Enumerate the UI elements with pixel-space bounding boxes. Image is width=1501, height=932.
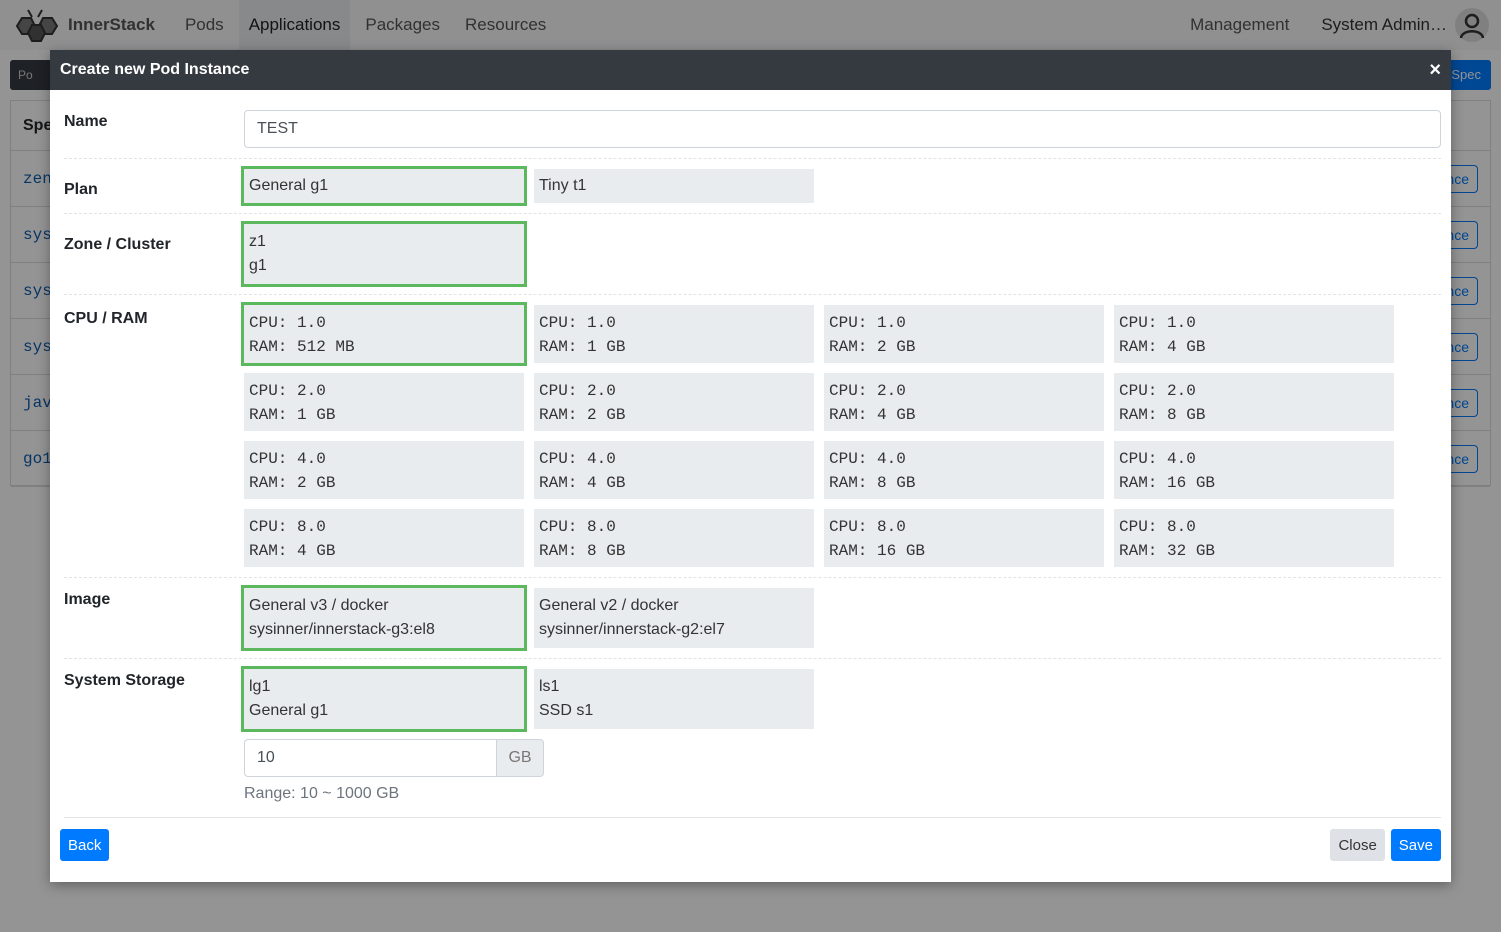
cpu-ram-option-line: CPU: 1.0 bbox=[539, 314, 616, 332]
storage-unit-addon: GB bbox=[496, 739, 544, 777]
storage-option[interactable]: ls1 SSD s1 bbox=[534, 669, 814, 729]
cpu-ram-option-line: RAM: 1 GB bbox=[249, 406, 336, 424]
cpu-ram-option-line: CPU: 8.0 bbox=[829, 518, 906, 536]
cpu-ram-option[interactable]: CPU: 4.0 RAM: 2 GB bbox=[244, 441, 524, 499]
image-options: General v3 / docker sysinner/innerstack-g… bbox=[241, 578, 1441, 658]
image-label: Image bbox=[64, 591, 111, 608]
image-option[interactable]: General v2 / docker sysinner/innerstack-g… bbox=[534, 588, 814, 648]
zone-option-line: g1 bbox=[249, 257, 267, 274]
cpu-ram-option[interactable]: CPU: 8.0 RAM: 8 GB bbox=[534, 509, 814, 567]
cpu-ram-option-line: RAM: 2 GB bbox=[829, 338, 916, 356]
storage-size-input[interactable] bbox=[244, 739, 496, 777]
cpu-ram-option-line: CPU: 2.0 bbox=[249, 382, 326, 400]
zone-label: Zone / Cluster bbox=[64, 236, 171, 253]
zone-option-line: z1 bbox=[249, 233, 266, 250]
image-option[interactable]: General v3 / docker sysinner/innerstack-g… bbox=[241, 585, 527, 651]
cpu-ram-option-line: CPU: 4.0 bbox=[829, 450, 906, 468]
cpu-ram-option[interactable]: CPU: 4.0 RAM: 16 GB bbox=[1114, 441, 1394, 499]
cpu-ram-option-line: RAM: 4 GB bbox=[1119, 338, 1206, 356]
image-row: Image General v3 / docker sysinner/inners… bbox=[64, 578, 1441, 659]
name-label: Name bbox=[64, 113, 108, 130]
storage-size-group: GB bbox=[244, 739, 1441, 777]
cpu-ram-option-line: CPU: 4.0 bbox=[539, 450, 616, 468]
cpu-ram-option-line: RAM: 2 GB bbox=[539, 406, 626, 424]
cpu-ram-option[interactable]: CPU: 1.0 RAM: 4 GB bbox=[1114, 305, 1394, 363]
create-pod-instance-modal: Create new Pod Instance × Name Plan Gene… bbox=[50, 50, 1451, 882]
cpu-ram-option[interactable]: CPU: 1.0 RAM: 2 GB bbox=[824, 305, 1104, 363]
cpu-ram-option[interactable]: CPU: 4.0 RAM: 4 GB bbox=[534, 441, 814, 499]
cpu-ram-option[interactable]: CPU: 8.0 RAM: 16 GB bbox=[824, 509, 1104, 567]
image-option-line: sysinner/innerstack-g2:el7 bbox=[539, 621, 725, 638]
plan-option[interactable]: General g1 bbox=[241, 166, 527, 206]
plan-row: Plan General g1 Tiny t1 bbox=[64, 159, 1441, 214]
cpu-ram-option[interactable]: CPU: 4.0 RAM: 8 GB bbox=[824, 441, 1104, 499]
cpu-ram-option[interactable]: CPU: 1.0 RAM: 1 GB bbox=[534, 305, 814, 363]
modal-footer: Back Close Save bbox=[50, 808, 1451, 882]
storage-option-line: ls1 bbox=[539, 678, 560, 695]
image-option-line: General v3 / docker bbox=[249, 597, 389, 614]
cpu-ram-option-line: RAM: 4 GB bbox=[539, 474, 626, 492]
storage-option-line: lg1 bbox=[249, 678, 271, 695]
cpu-ram-row: CPU / RAM CPU: 1.0 RAM: 512 MB CPU: 1.0 RAM… bbox=[64, 295, 1441, 578]
cpu-ram-option-line: RAM: 32 GB bbox=[1119, 542, 1216, 560]
zone-options: z1 g1 bbox=[241, 214, 1441, 294]
plan-label: Plan bbox=[64, 181, 98, 198]
cpu-ram-options: CPU: 1.0 RAM: 512 MB CPU: 1.0 RAM: 1 GB CPU:… bbox=[241, 295, 1441, 577]
cpu-ram-option-line: CPU: 8.0 bbox=[539, 518, 616, 536]
cpu-ram-option[interactable]: CPU: 2.0 RAM: 1 GB bbox=[244, 373, 524, 431]
cpu-ram-option-line: CPU: 2.0 bbox=[829, 382, 906, 400]
storage-option-line: SSD s1 bbox=[539, 702, 594, 719]
storage-option[interactable]: lg1 General g1 bbox=[241, 666, 527, 732]
cpu-ram-option[interactable]: CPU: 2.0 RAM: 2 GB bbox=[534, 373, 814, 431]
storage-options: lg1 General g1 ls1 SSD s1 bbox=[241, 659, 1441, 739]
close-icon[interactable]: × bbox=[1429, 60, 1441, 80]
zone-row: Zone / Cluster z1 g1 bbox=[64, 214, 1441, 295]
cpu-ram-option-line: CPU: 2.0 bbox=[1119, 382, 1196, 400]
cpu-ram-option-line: RAM: 512 MB bbox=[249, 338, 355, 356]
cpu-ram-option[interactable]: CPU: 8.0 RAM: 4 GB bbox=[244, 509, 524, 567]
cpu-ram-option-line: CPU: 1.0 bbox=[249, 314, 326, 332]
cpu-ram-option-line: RAM: 8 GB bbox=[829, 474, 916, 492]
cpu-ram-option[interactable]: CPU: 1.0 RAM: 512 MB bbox=[241, 302, 527, 366]
image-option-line: sysinner/innerstack-g3:el8 bbox=[249, 621, 435, 638]
cpu-ram-option-line: RAM: 16 GB bbox=[1119, 474, 1216, 492]
cpu-ram-option[interactable]: CPU: 2.0 RAM: 8 GB bbox=[1114, 373, 1394, 431]
storage-label: System Storage bbox=[64, 672, 185, 689]
cpu-ram-option-line: RAM: 2 GB bbox=[249, 474, 336, 492]
storage-range-hint: Range: 10 ~ 1000 GB bbox=[244, 785, 400, 802]
cpu-ram-option-line: RAM: 8 GB bbox=[539, 542, 626, 560]
storage-option-line: General g1 bbox=[249, 702, 329, 719]
back-button[interactable]: Back bbox=[60, 829, 110, 861]
cpu-ram-option-line: CPU: 1.0 bbox=[1119, 314, 1196, 332]
image-option-line: General v2 / docker bbox=[539, 597, 679, 614]
zone-option[interactable]: z1 g1 bbox=[241, 221, 527, 287]
cpu-ram-option-line: RAM: 8 GB bbox=[1119, 406, 1206, 424]
cpu-ram-option[interactable]: CPU: 8.0 RAM: 32 GB bbox=[1114, 509, 1394, 567]
modal-header: Create new Pod Instance × bbox=[50, 50, 1451, 90]
close-button[interactable]: Close bbox=[1330, 829, 1385, 861]
name-input[interactable] bbox=[244, 110, 1441, 148]
cpu-ram-option-line: CPU: 4.0 bbox=[249, 450, 326, 468]
cpu-ram-option-line: CPU: 8.0 bbox=[249, 518, 326, 536]
plan-option-line: Tiny t1 bbox=[539, 177, 587, 194]
cpu-ram-option-line: RAM: 4 GB bbox=[829, 406, 916, 424]
modal-title: Create new Pod Instance bbox=[60, 61, 250, 78]
cpu-ram-option-line: CPU: 4.0 bbox=[1119, 450, 1196, 468]
plan-option-line: General g1 bbox=[249, 177, 329, 194]
cpu-ram-label: CPU / RAM bbox=[64, 310, 148, 327]
cpu-ram-option[interactable]: CPU: 2.0 RAM: 4 GB bbox=[824, 373, 1104, 431]
cpu-ram-option-line: RAM: 1 GB bbox=[539, 338, 626, 356]
cpu-ram-option-line: RAM: 16 GB bbox=[829, 542, 926, 560]
cpu-ram-option-line: CPU: 2.0 bbox=[539, 382, 616, 400]
cpu-ram-option-line: CPU: 1.0 bbox=[829, 314, 906, 332]
name-row: Name bbox=[64, 90, 1441, 159]
modal-body: Name Plan General g1 Tiny t1 Zone / Clust… bbox=[50, 90, 1451, 818]
cpu-ram-option-line: CPU: 8.0 bbox=[1119, 518, 1196, 536]
storage-row: System Storage lg1 General g1 ls1 SSD s1 GB… bbox=[64, 659, 1441, 818]
cpu-ram-option-line: RAM: 4 GB bbox=[249, 542, 336, 560]
plan-option[interactable]: Tiny t1 bbox=[534, 169, 814, 203]
save-button[interactable]: Save bbox=[1390, 829, 1441, 861]
plan-options: General g1 Tiny t1 bbox=[241, 159, 1441, 213]
